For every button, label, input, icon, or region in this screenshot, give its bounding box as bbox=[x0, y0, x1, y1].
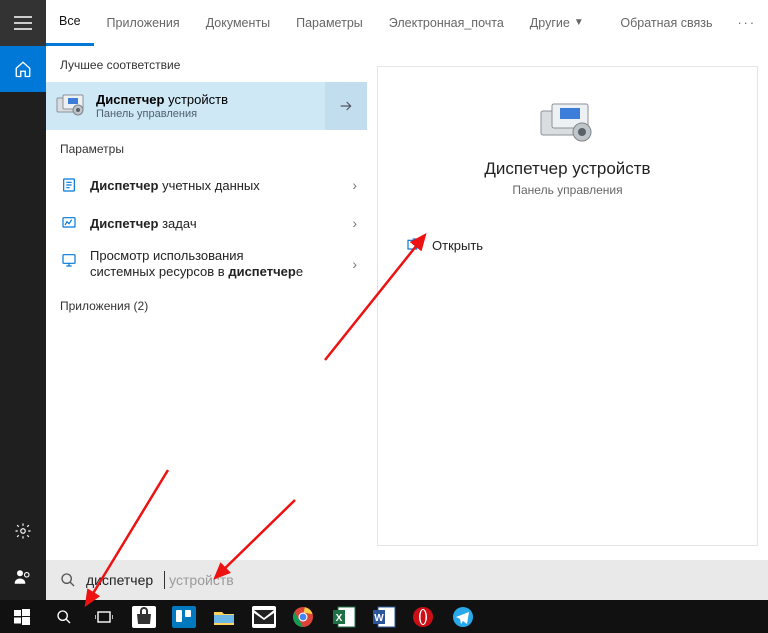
tab-settings[interactable]: Параметры bbox=[283, 0, 376, 46]
svg-text:W: W bbox=[374, 613, 384, 624]
chevron-right-icon: › bbox=[352, 177, 357, 193]
arrow-right-icon bbox=[338, 98, 354, 114]
tab-more-button[interactable]: ··· bbox=[726, 0, 768, 46]
home-icon bbox=[14, 60, 32, 78]
detail-subtitle: Панель управления bbox=[390, 183, 745, 197]
best-match-expand-button[interactable] bbox=[325, 82, 367, 130]
filter-tabs: Все Приложения Документы Параметры Элект… bbox=[46, 0, 768, 46]
chevron-down-icon: ▼ bbox=[574, 17, 584, 28]
task-manager-icon bbox=[60, 214, 78, 232]
tab-other-label: Другие bbox=[530, 16, 570, 30]
search-bar[interactable]: диспетчер устройств bbox=[46, 560, 768, 600]
credentials-icon bbox=[60, 176, 78, 194]
start-button[interactable] bbox=[0, 600, 44, 633]
tab-apps[interactable]: Приложения bbox=[94, 0, 193, 46]
taskbar-app-opera[interactable] bbox=[404, 600, 444, 633]
best-match-title: Диспетчер устройств bbox=[96, 92, 228, 107]
section-settings: Параметры bbox=[46, 130, 367, 166]
taskbar-app-trello[interactable] bbox=[164, 600, 204, 633]
taskbar-app-word[interactable]: W bbox=[364, 600, 404, 633]
taskbar-app-telegram[interactable] bbox=[444, 600, 484, 633]
svg-text:X: X bbox=[336, 613, 343, 624]
action-open-label: Открыть bbox=[432, 238, 483, 253]
open-icon bbox=[406, 237, 422, 253]
section-apps: Приложения (2) bbox=[46, 287, 367, 323]
tab-email[interactable]: Электронная_почта bbox=[376, 0, 517, 46]
taskbar-search-button[interactable] bbox=[44, 600, 84, 633]
action-open[interactable]: Открыть bbox=[390, 237, 745, 253]
detail-card: Диспетчер устройств Панель управления От… bbox=[377, 66, 758, 546]
tab-all[interactable]: Все bbox=[46, 0, 94, 46]
search-suggestion-text: устройств bbox=[169, 572, 234, 588]
taskbar: X W bbox=[0, 600, 768, 633]
windows-icon bbox=[14, 609, 30, 625]
results-column: Лучшее соответствие Диспетчер устройств … bbox=[46, 46, 367, 560]
rail-settings-button[interactable] bbox=[0, 508, 46, 554]
taskview-icon bbox=[95, 610, 113, 624]
rail-account-button[interactable] bbox=[0, 554, 46, 600]
result-label: Диспетчер учетных данных bbox=[90, 178, 340, 193]
result-label: Просмотр использования системных ресурсо… bbox=[90, 248, 340, 281]
task-view-button[interactable] bbox=[84, 600, 124, 633]
taskbar-app-store[interactable] bbox=[124, 600, 164, 633]
taskbar-app-chrome[interactable] bbox=[284, 600, 324, 633]
chevron-right-icon: › bbox=[352, 215, 357, 231]
hamburger-icon bbox=[14, 16, 32, 30]
device-manager-icon bbox=[56, 91, 86, 121]
text-cursor bbox=[164, 571, 165, 589]
person-icon bbox=[14, 568, 32, 586]
best-match-subtitle: Панель управления bbox=[96, 108, 228, 120]
taskbar-app-mail[interactable] bbox=[244, 600, 284, 633]
taskbar-app-explorer[interactable] bbox=[204, 600, 244, 633]
chevron-right-icon: › bbox=[352, 256, 357, 272]
detail-column: Диспетчер устройств Панель управления От… bbox=[367, 46, 768, 560]
monitor-icon bbox=[60, 251, 78, 269]
tab-feedback[interactable]: Обратная связь bbox=[607, 0, 725, 46]
result-credential-manager[interactable]: Диспетчер учетных данных › bbox=[46, 166, 367, 204]
detail-title: Диспетчер устройств bbox=[390, 159, 745, 179]
best-match-row[interactable]: Диспетчер устройств Панель управления bbox=[46, 82, 367, 130]
tab-documents[interactable]: Документы bbox=[193, 0, 283, 46]
result-task-manager[interactable]: Диспетчер задач › bbox=[46, 204, 367, 242]
search-typed-text: диспетчер bbox=[86, 572, 153, 588]
rail-home-button[interactable] bbox=[0, 46, 46, 92]
left-rail bbox=[0, 0, 46, 600]
gear-icon bbox=[14, 522, 32, 540]
result-resource-monitor[interactable]: Просмотр использования системных ресурсо… bbox=[46, 242, 367, 287]
result-label: Диспетчер задач bbox=[90, 216, 340, 231]
taskbar-app-excel[interactable]: X bbox=[324, 600, 364, 633]
search-icon bbox=[60, 572, 76, 588]
main-area: Лучшее соответствие Диспетчер устройств … bbox=[46, 46, 768, 560]
section-best-match: Лучшее соответствие bbox=[46, 46, 367, 82]
device-manager-large-icon bbox=[538, 101, 598, 145]
rail-menu-button[interactable] bbox=[0, 0, 46, 46]
tab-other[interactable]: Другие ▼ bbox=[517, 0, 597, 46]
search-icon bbox=[56, 609, 72, 625]
